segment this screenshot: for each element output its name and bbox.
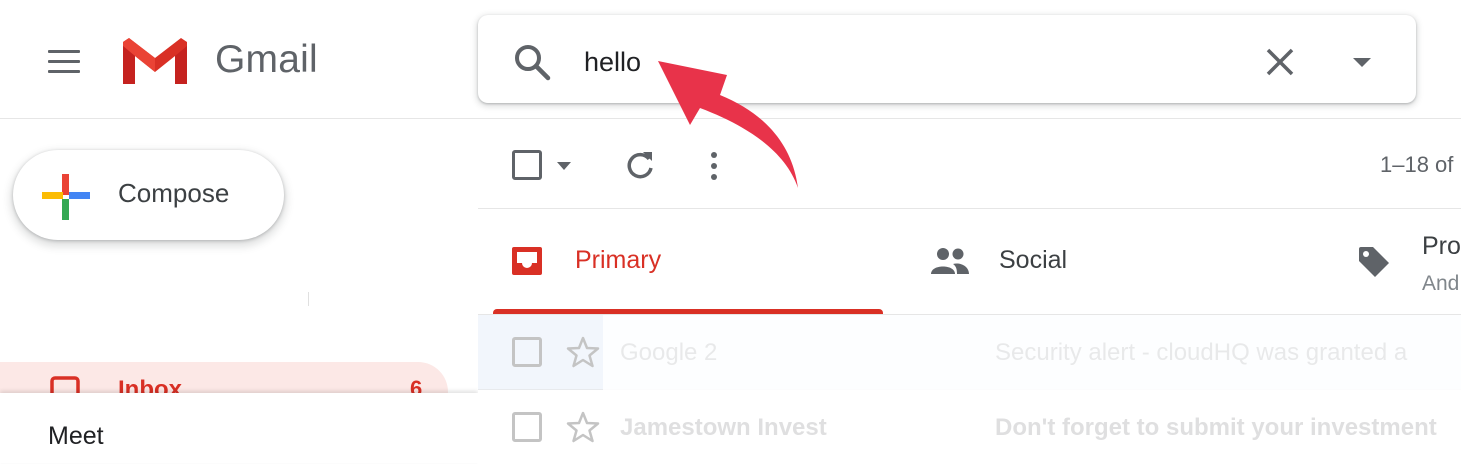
- gmail-logo[interactable]: [118, 34, 192, 88]
- tab-primary[interactable]: [493, 215, 883, 315]
- select-caret-down-icon[interactable]: [556, 160, 572, 172]
- star-icon[interactable]: [566, 335, 600, 369]
- star-icon[interactable]: [566, 410, 600, 444]
- compose-label: Compose: [118, 178, 230, 208]
- email-subject: Security alert - cloudHQ was granted a: [995, 339, 1408, 366]
- compose-plus-icon: [42, 174, 90, 220]
- row-checkbox[interactable]: [512, 337, 542, 367]
- inbox-tray-icon: [512, 247, 542, 275]
- sidebar-divider: [308, 292, 309, 306]
- header-divider: [0, 118, 1461, 119]
- search-options-caret-icon[interactable]: [1348, 52, 1376, 72]
- close-icon[interactable]: [1262, 44, 1298, 80]
- search-icon[interactable]: [512, 42, 552, 82]
- search-input[interactable]: [584, 40, 1224, 84]
- meet-section-header[interactable]: Meet: [48, 422, 104, 451]
- row-checkbox[interactable]: [512, 412, 542, 442]
- tab-social-label: Social: [999, 246, 1068, 274]
- email-sender: Jamestown Invest: [620, 414, 827, 441]
- tab-primary-label: Primary: [575, 246, 662, 274]
- tab-promotions-label: Pro: [1422, 232, 1461, 260]
- brand-name: Gmail: [215, 38, 318, 81]
- main-menu-button[interactable]: [44, 44, 88, 80]
- refresh-icon[interactable]: [622, 148, 658, 184]
- pagination-label: 1–18 of: [1380, 152, 1454, 177]
- more-vert-icon[interactable]: [704, 148, 724, 184]
- select-all-checkbox[interactable]: [512, 150, 542, 180]
- people-icon: [931, 248, 969, 274]
- tab-promotions-sublabel: And: [1422, 272, 1460, 295]
- email-subject: Don't forget to submit your investment: [995, 414, 1437, 441]
- toolbar-divider: [478, 208, 1461, 209]
- hamburger-menu-icon: [48, 50, 80, 53]
- tag-icon: [1359, 247, 1389, 277]
- email-row[interactable]: Jamestown Invest Don't forget to submit …: [478, 390, 1461, 464]
- email-row[interactable]: Google 2 Security alert - cloudHQ was gr…: [478, 315, 1461, 389]
- email-sender: Google 2: [620, 339, 718, 366]
